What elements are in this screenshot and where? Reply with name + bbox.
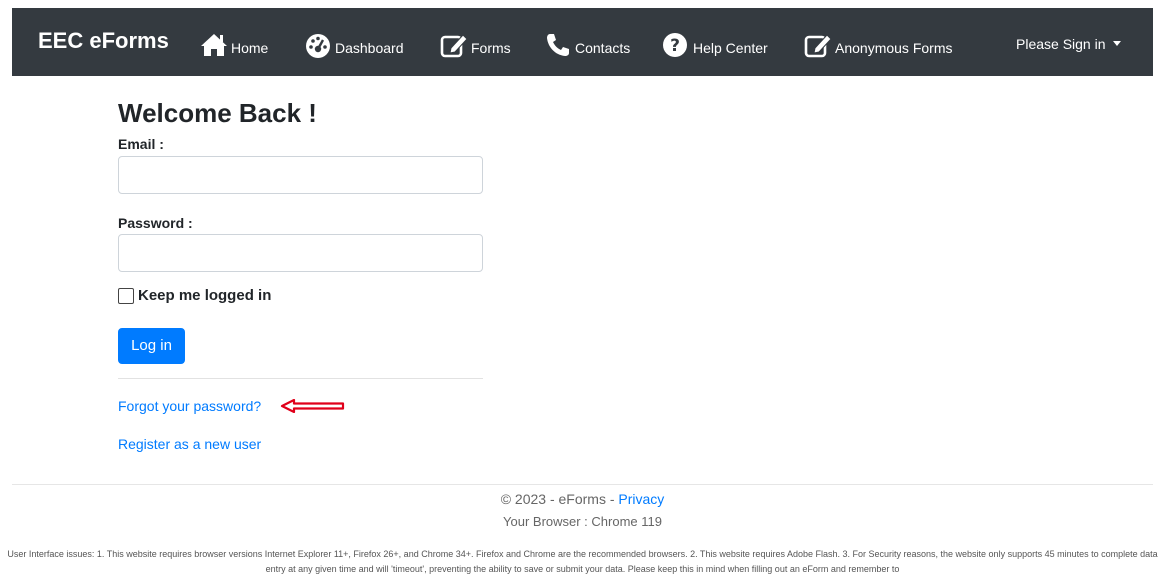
dashboard-gauge-icon (306, 34, 330, 58)
forgot-password-link[interactable]: Forgot your password? (118, 398, 261, 414)
nav-contacts-label: Contacts (575, 40, 631, 56)
question-circle-icon: ? (663, 33, 687, 57)
svg-text:?: ? (670, 36, 680, 56)
copyright-text: © 2023 - eForms - (500, 491, 615, 507)
frame-top (0, 0, 1165, 6)
page-title: Welcome Back ! (118, 98, 317, 128)
privacy-link[interactable]: Privacy (618, 491, 664, 507)
remember-me-row: Keep me logged in (118, 287, 271, 304)
nav-anonymous-forms-label: Anonymous Forms (835, 40, 953, 56)
remember-me-checkbox[interactable] (118, 287, 134, 304)
nav-forms[interactable]: Forms (440, 28, 511, 58)
password-field[interactable] (118, 234, 483, 272)
email-label: Email : (118, 136, 164, 152)
phone-icon (547, 34, 569, 56)
nav-home[interactable]: Home (200, 28, 268, 58)
top-navbar: EEC eForms Home Dashboard Forms Contacts… (12, 8, 1153, 76)
brand-logo-text[interactable]: EEC eForms (38, 28, 169, 54)
nav-help-center-label: Help Center (693, 40, 768, 56)
nav-contacts[interactable]: Contacts (544, 28, 630, 58)
footer-divider (12, 484, 1153, 485)
nav-help-center[interactable]: ? Help Center (662, 28, 768, 58)
nav-anonymous-forms[interactable]: Anonymous Forms (804, 28, 952, 58)
sign-in-label: Please Sign in (1016, 36, 1106, 52)
remember-me-label[interactable]: Keep me logged in (138, 287, 271, 304)
divider (118, 378, 483, 379)
footer-copyright: © 2023 - eForms - Privacy (0, 491, 1165, 507)
edit-form-icon (440, 34, 468, 58)
email-field[interactable] (118, 156, 483, 194)
sign-in-dropdown[interactable]: Please Sign in (1016, 36, 1121, 52)
browser-info: Your Browser : Chrome 119 (503, 514, 662, 529)
caret-down-icon (1112, 40, 1121, 46)
ui-issues-notice: User Interface issues: 1. This website r… (7, 549, 1158, 574)
nav-dashboard-label: Dashboard (335, 40, 404, 56)
home-icon (201, 34, 227, 56)
nav-home-label: Home (231, 40, 269, 56)
edit-form-icon (804, 34, 832, 58)
nav-dashboard[interactable]: Dashboard (304, 28, 404, 58)
annotation-arrow-icon (280, 399, 345, 413)
register-link[interactable]: Register as a new user (118, 436, 261, 452)
password-label: Password : (118, 215, 193, 231)
login-button[interactable]: Log in (118, 328, 185, 364)
nav-forms-label: Forms (471, 40, 511, 56)
